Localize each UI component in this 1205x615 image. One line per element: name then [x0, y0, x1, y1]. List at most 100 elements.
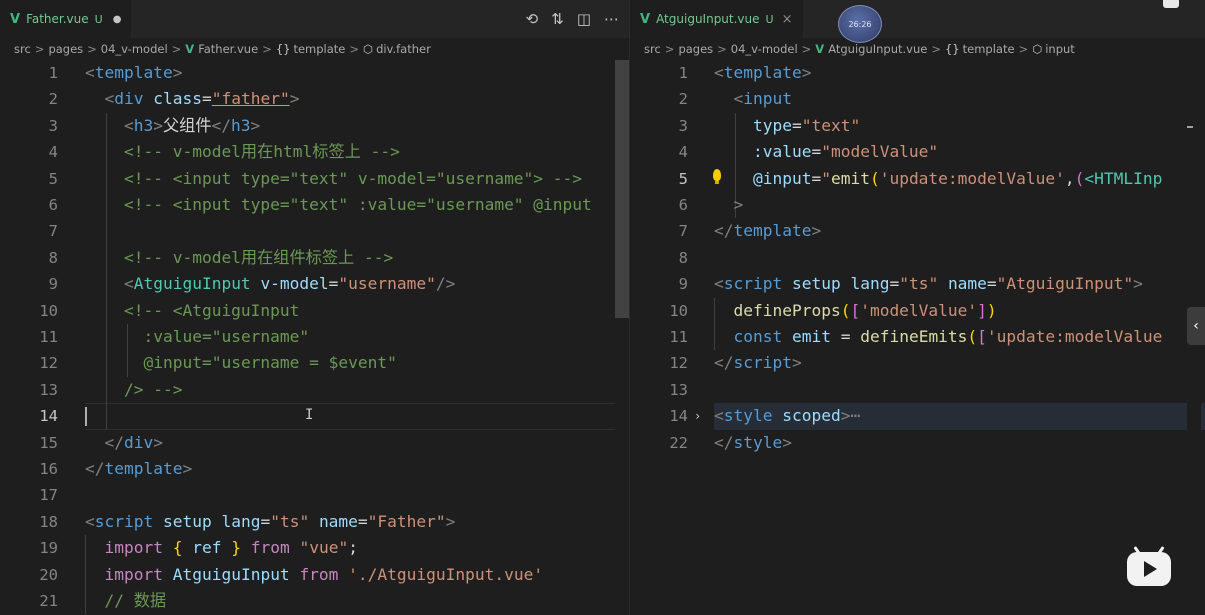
line-number: 10	[39, 301, 58, 320]
unsaved-dot-icon[interactable]: ●	[113, 14, 122, 25]
breadcrumb-item-folder[interactable]: 04_v-model	[731, 42, 798, 56]
current-line-highlight	[85, 403, 629, 430]
breadcrumb-item-template[interactable]: template	[963, 42, 1015, 56]
code-line: 13	[630, 377, 1205, 403]
line-number: 12	[669, 354, 688, 373]
code-line: 10 defineProps(['modelValue'])	[630, 297, 1205, 324]
code-text: <!-- <input type="text" v-model="usernam…	[123, 168, 583, 188]
overview-ruler-mark	[1187, 126, 1193, 128]
code-text: <template>	[85, 63, 183, 82]
breadcrumb-item-folder[interactable]: 04_v-model	[101, 42, 168, 56]
line-number: 6	[48, 196, 58, 214]
breadcrumb-item-file[interactable]: AtguiguInput.vue	[828, 42, 927, 56]
line-number: 1	[48, 64, 58, 82]
breadcrumb-item-div[interactable]: div.father	[376, 42, 431, 56]
line-number: 14	[39, 407, 58, 426]
line-number: 2	[48, 90, 58, 109]
chevron-right-icon: >	[717, 42, 727, 56]
code-text: <div class="father">	[104, 89, 300, 109]
code-text: type="text"	[752, 115, 861, 135]
code-text: /> -->	[123, 379, 183, 399]
code-editor[interactable]: 1 <template> 2 <div class="father"> 3 <h…	[0, 60, 629, 615]
line-number: 22	[669, 433, 688, 452]
breadcrumb-item-pages[interactable]: pages	[678, 42, 713, 56]
vue-file-icon: V	[185, 42, 195, 56]
close-icon[interactable]: ×	[782, 12, 793, 27]
code-text: </template>	[714, 221, 822, 241]
code-line: 6 <!-- <input type="text" :value="userna…	[0, 192, 629, 219]
element-symbol-icon: ⬡	[1032, 42, 1043, 56]
code-text: const emit = defineEmits(['update:modelV…	[733, 327, 1163, 346]
vue-file-icon: V	[640, 11, 651, 27]
code-line: 1 <template>	[630, 60, 1205, 86]
code-line: 16 </template>	[0, 456, 629, 482]
code-text: :value="modelValue"	[752, 142, 939, 162]
line-number: 4	[48, 143, 58, 162]
chevron-right-icon: >	[262, 42, 272, 56]
timer-badge: 26:26	[838, 5, 882, 43]
chevron-right-icon: >	[349, 42, 360, 56]
line-number: 13	[669, 380, 688, 399]
code-line: 12 @input="username = $event"	[0, 350, 629, 377]
breadcrumb-item-file[interactable]: Father.vue	[198, 42, 258, 56]
line-number: 21	[39, 592, 58, 610]
code-line: 11 :value="username"	[0, 324, 629, 351]
chevron-right-icon: >	[34, 42, 45, 56]
code-text: @input="emit('update:modelValue',(<HTMLI…	[752, 168, 1163, 188]
breadcrumb-item-template[interactable]: template	[293, 42, 345, 56]
fold-chevron-icon[interactable]: ›	[694, 403, 701, 429]
code-text: </div>	[104, 432, 164, 452]
code-line: 11 const emit = defineEmits(['update:mod…	[630, 324, 1205, 351]
line-number: 7	[48, 222, 58, 241]
code-text: <script setup lang="ts" name="Father">	[85, 511, 456, 531]
code-line: 6 >	[630, 192, 1205, 219]
code-line: 8 <!-- v-model用在组件标签上 -->	[0, 244, 629, 272]
code-text: <!-- <input type="text" :value="username…	[123, 195, 592, 214]
tab-father-vue[interactable]: V Father.vue U ●	[0, 0, 132, 38]
code-text: <input	[733, 89, 792, 109]
split-editor-icon[interactable]: ◫	[577, 10, 591, 28]
code-text: import AtguiguInput from './AtguiguInput…	[104, 564, 544, 584]
code-line-folded: 14 › <style scoped>⋯	[630, 403, 1205, 430]
line-number: 6	[678, 196, 688, 214]
code-line-active: 14 I	[0, 403, 629, 430]
tab-atguiguinput-vue[interactable]: V AtguiguInput.vue U ×	[630, 0, 803, 38]
line-number: 2	[678, 90, 688, 109]
code-line: 9 <script setup lang="ts" name="AtguiguI…	[630, 271, 1205, 297]
code-text: <template>	[714, 63, 812, 82]
tab-bar: V AtguiguInput.vue U ×	[630, 0, 1205, 38]
line-number: 10	[669, 301, 688, 320]
code-line: 7	[0, 218, 629, 245]
braces-icon: {}	[944, 42, 960, 56]
code-text: </template>	[85, 459, 193, 478]
chevron-right-icon: >	[1018, 42, 1029, 56]
code-line: 17	[0, 482, 629, 508]
code-line: 3 <h3>父组件</h3>	[0, 112, 629, 140]
line-number: 3	[678, 116, 688, 135]
scrollbar-thumb[interactable]	[615, 60, 629, 318]
vue-file-icon: V	[815, 42, 825, 56]
code-text: import { ref } from "vue";	[104, 538, 358, 558]
code-editor[interactable]: 1 <template> 2 <input 3 type="text" 4 :v…	[630, 60, 1205, 615]
code-text: <h3>父组件</h3>	[123, 115, 261, 135]
more-actions-icon[interactable]: ⋯	[604, 10, 619, 28]
code-text: >	[733, 195, 744, 214]
code-text: <AtguiguInput v-model="username"/>	[123, 274, 456, 294]
line-number: 12	[39, 354, 58, 373]
breadcrumb-item-src[interactable]: src	[14, 42, 31, 56]
timeline-history-icon[interactable]: ⟲	[526, 10, 539, 28]
breadcrumb-item-src[interactable]: src	[644, 42, 661, 56]
line-number: 17	[39, 486, 58, 505]
code-line: 12 </script>	[630, 350, 1205, 376]
chevron-left-icon[interactable]: ‹	[1187, 307, 1205, 345]
indent-guide	[106, 403, 107, 430]
code-text: defineProps(['modelValue'])	[733, 300, 997, 320]
line-number: 11	[669, 328, 688, 346]
code-line: 20 import AtguiguInput from './AtguiguIn…	[0, 561, 629, 588]
code-text: <style scoped>⋯	[714, 406, 861, 426]
line-number: 20	[39, 565, 58, 584]
open-changes-icon[interactable]: ⇅	[551, 10, 564, 28]
breadcrumb-item-input[interactable]: input	[1045, 42, 1075, 56]
breadcrumb-item-pages[interactable]: pages	[48, 42, 83, 56]
vertical-scrollbar[interactable]	[615, 60, 629, 615]
